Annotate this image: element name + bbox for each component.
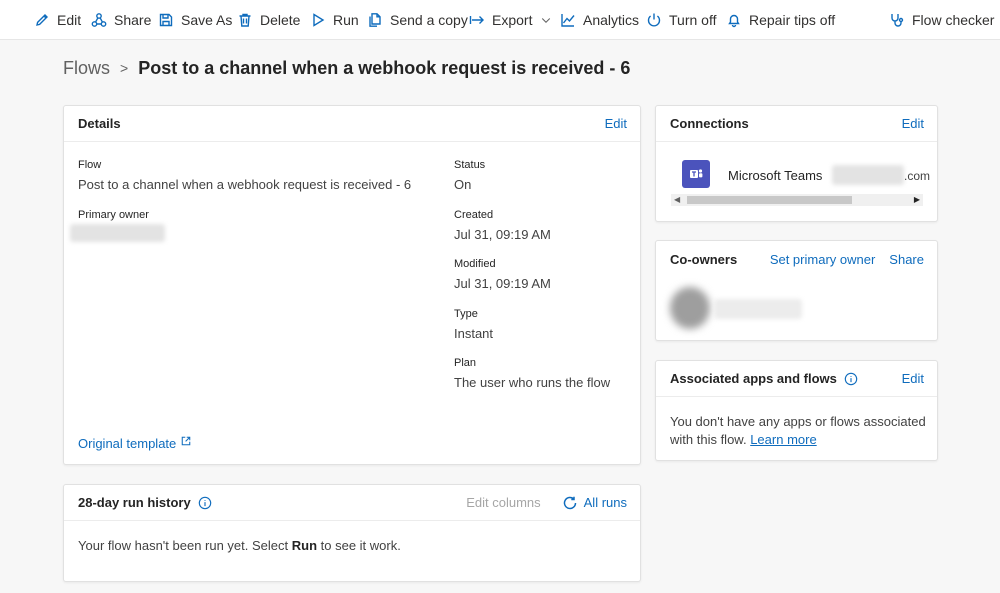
edit-button[interactable]: Edit xyxy=(34,0,81,40)
share-button[interactable]: Share xyxy=(91,0,151,40)
analytics-button[interactable]: Analytics xyxy=(560,0,639,40)
coowners-title: Co-owners xyxy=(670,251,738,267)
modified-value: Jul 31, 09:19 AM xyxy=(454,276,551,291)
power-icon xyxy=(647,13,661,27)
created-value: Jul 31, 09:19 AM xyxy=(454,227,551,242)
breadcrumb-separator: > xyxy=(120,60,129,76)
turn-off-button[interactable]: Turn off xyxy=(646,0,716,40)
primary-owner-label: Primary owner xyxy=(78,209,149,221)
bell-icon xyxy=(728,14,740,28)
run-button[interactable]: Run xyxy=(310,0,359,40)
info-icon[interactable] xyxy=(844,372,858,386)
run-history-header: 28-day run history Edit columns All runs xyxy=(64,485,640,521)
connection-name: Microsoft Teams xyxy=(728,168,823,183)
scroll-right-arrow-icon[interactable]: ▶ xyxy=(914,195,920,204)
connections-edit-link[interactable]: Edit xyxy=(902,116,924,131)
repair-tips-button[interactable]: Repair tips off xyxy=(726,0,835,40)
connections-scrollbar[interactable]: ◀ ▶ xyxy=(671,194,923,206)
save-as-button[interactable]: Save As xyxy=(158,0,232,40)
flow-checker-button[interactable]: Flow checker xyxy=(889,0,994,40)
scrollbar-thumb[interactable] xyxy=(687,196,852,204)
save-as-icon xyxy=(159,13,173,27)
run-history-card: 28-day run history Edit columns All runs… xyxy=(63,484,641,582)
connection-account-suffix: .com xyxy=(904,169,931,183)
details-title: Details xyxy=(78,116,121,131)
connections-card: Connections Edit Microsoft Teams .com ◀ … xyxy=(655,105,938,222)
edit-columns-button: Edit columns xyxy=(466,495,541,510)
info-icon[interactable] xyxy=(198,496,212,510)
connections-title: Connections xyxy=(670,116,749,131)
analytics-chart-icon xyxy=(561,14,575,27)
share-icon xyxy=(91,13,107,27)
plan-label: Plan xyxy=(454,357,477,369)
run-history-empty-message: Your flow hasn't been run yet. Select Ru… xyxy=(78,538,401,553)
modified-label: Modified xyxy=(454,258,496,270)
run-history-title: 28-day run history xyxy=(78,495,191,510)
created-label: Created xyxy=(454,209,494,221)
primary-owner-redacted xyxy=(70,224,165,242)
associated-header: Associated apps and flows Edit xyxy=(656,361,937,397)
export-arrow-icon xyxy=(469,16,484,24)
play-icon xyxy=(313,13,325,27)
microsoft-teams-icon xyxy=(682,160,710,188)
trash-icon xyxy=(239,13,251,27)
plan-value: The user who runs the flow xyxy=(454,375,611,390)
breadcrumb: Flows > Post to a channel when a webhook… xyxy=(63,56,630,80)
associated-edit-link[interactable]: Edit xyxy=(902,371,924,386)
learn-more-link[interactable]: Learn more xyxy=(750,432,816,447)
stethoscope-icon xyxy=(891,14,904,27)
type-value: Instant xyxy=(454,326,494,341)
scroll-left-arrow-icon[interactable]: ◀ xyxy=(674,195,680,204)
associated-empty-message: You don't have any apps or flows associa… xyxy=(670,414,926,447)
teams-logo-icon xyxy=(690,169,703,178)
send-copy-button[interactable]: Send a copy xyxy=(367,0,468,40)
chevron-down-icon xyxy=(542,18,551,23)
details-card: Details Edit Flow Post to a channel when… xyxy=(63,105,641,465)
pencil-icon xyxy=(36,14,48,26)
details-header: Details Edit xyxy=(64,106,640,142)
coowners-header: Co-owners Set primary owner Share xyxy=(656,241,937,277)
refresh-icon[interactable] xyxy=(562,495,578,511)
status-label: Status xyxy=(454,159,486,171)
coowners-share-link[interactable]: Share xyxy=(889,252,924,267)
status-value: On xyxy=(454,177,472,192)
coowners-card: Co-owners Set primary owner Share xyxy=(655,240,938,341)
set-primary-owner-link[interactable]: Set primary owner xyxy=(770,252,875,267)
coowner-avatar xyxy=(670,287,710,329)
open-external-icon xyxy=(182,436,191,445)
flow-label: Flow xyxy=(78,159,102,171)
page-title: Post to a channel when a webhook request… xyxy=(138,57,631,78)
associated-apps-card: Associated apps and flows Edit You don't… xyxy=(655,360,938,461)
flow-name-value: Post to a channel when a webhook request… xyxy=(78,177,412,192)
coowner-name-redacted xyxy=(714,299,802,319)
export-button[interactable]: Export xyxy=(469,0,552,40)
connections-header: Connections Edit xyxy=(656,106,937,142)
all-runs-link[interactable]: All runs xyxy=(584,495,627,510)
command-bar: Edit Share Save As Delete Run Send a cop… xyxy=(0,0,1000,40)
copy-icon xyxy=(369,13,381,27)
original-template-label: Original template xyxy=(78,436,177,451)
details-edit-link[interactable]: Edit xyxy=(605,116,627,131)
original-template-link[interactable]: Original template xyxy=(78,436,192,451)
associated-title: Associated apps and flows xyxy=(670,371,837,386)
breadcrumb-flows-link[interactable]: Flows xyxy=(63,58,110,79)
connection-account-redacted xyxy=(832,165,904,185)
delete-button[interactable]: Delete xyxy=(237,0,300,40)
type-label: Type xyxy=(454,308,478,320)
